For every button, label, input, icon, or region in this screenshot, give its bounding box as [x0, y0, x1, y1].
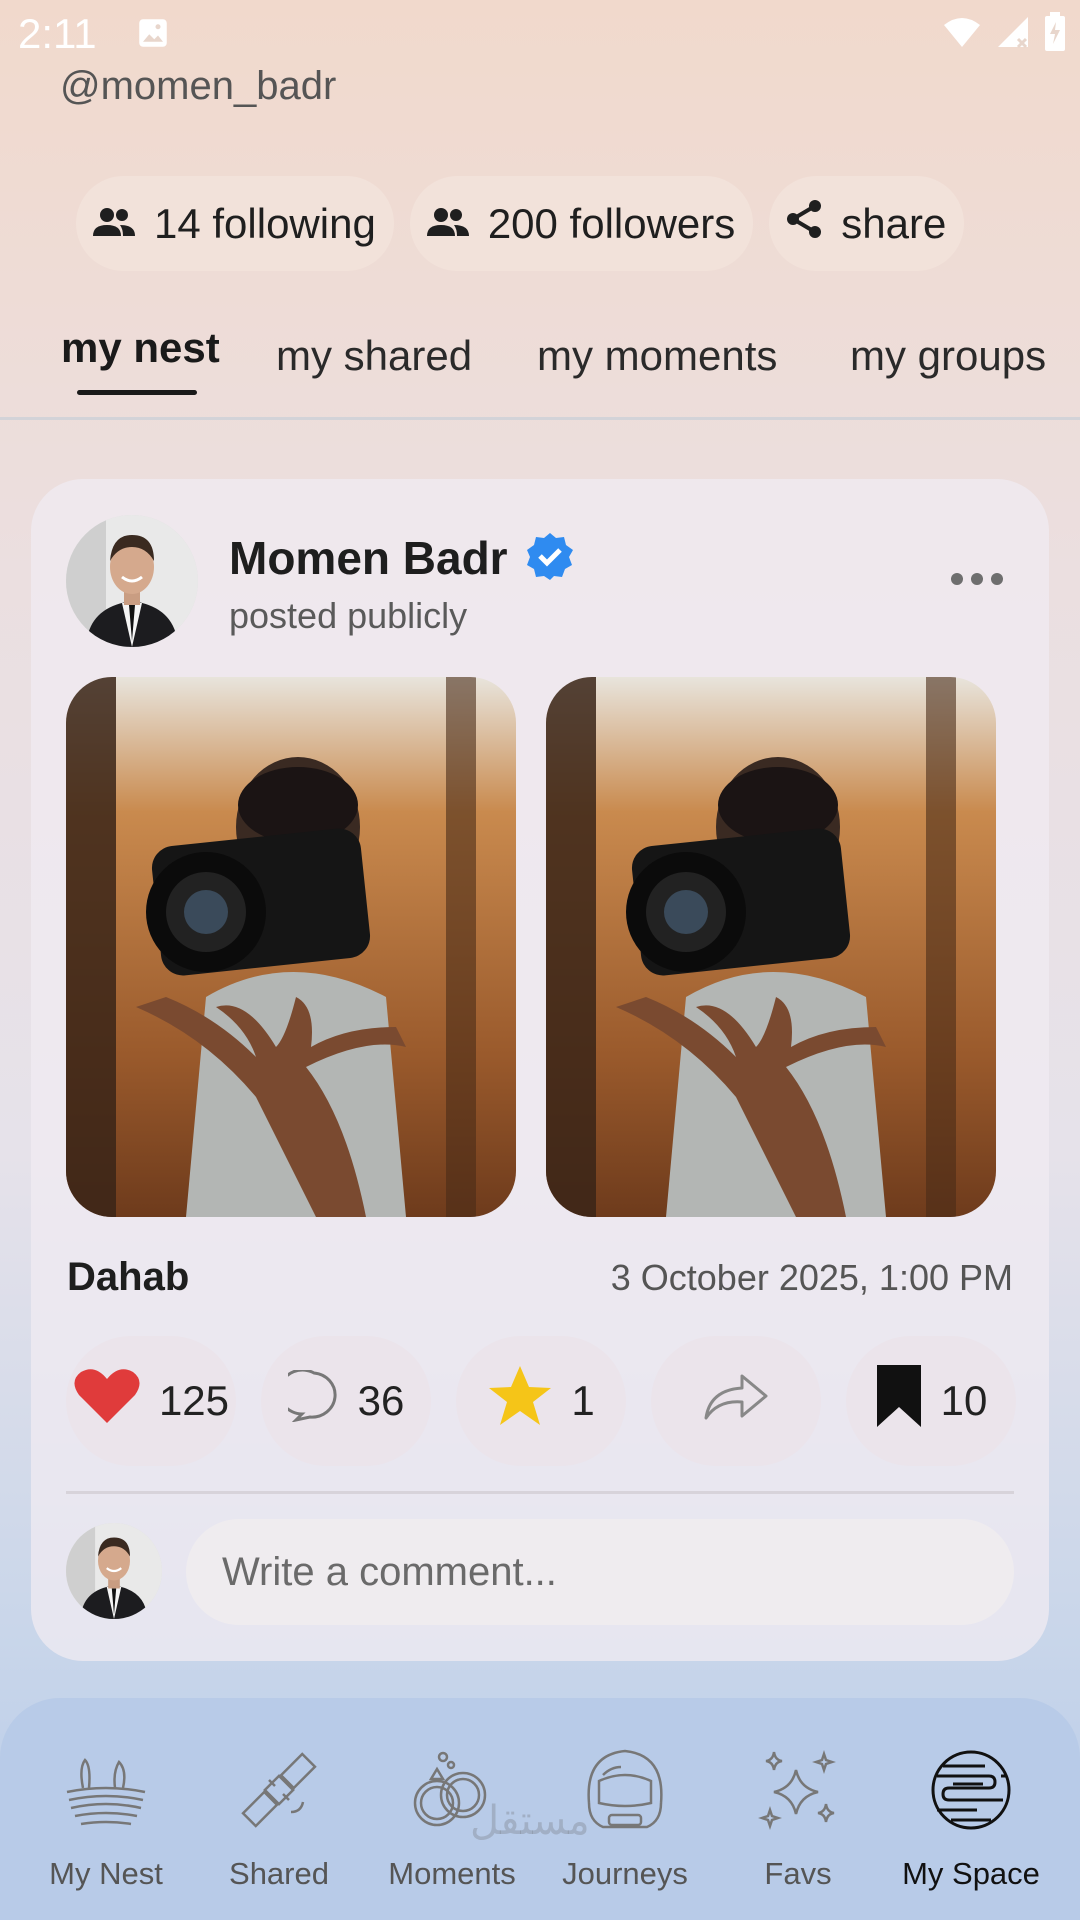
comment-count: 36	[357, 1377, 405, 1424]
post-photo[interactable]	[546, 677, 996, 1217]
post-actions: 125 36 1 10	[66, 1336, 1016, 1466]
tabs-divider	[0, 417, 1080, 420]
post-card: Momen Badr posted publicly Dahab 3 Octob…	[31, 479, 1049, 1661]
sparkles-icon	[712, 1740, 884, 1840]
post-visibility: posted publicly	[229, 595, 468, 636]
profile-handle: @momen_badr	[60, 64, 337, 108]
status-time: 2:11	[18, 10, 97, 57]
star-icon	[487, 1364, 553, 1438]
nav-label: Favs	[764, 1856, 832, 1891]
verified-badge-icon	[525, 531, 575, 586]
nav-label: My Space	[902, 1856, 1040, 1891]
nav-label: Moments	[388, 1856, 516, 1891]
followers-count: 200 followers	[487, 199, 736, 247]
tab-my-moments[interactable]: my moments	[537, 332, 777, 380]
followers-chip[interactable]: 200 followers	[409, 176, 754, 271]
active-tab-indicator	[77, 390, 197, 395]
author-name[interactable]: Momen Badr	[229, 531, 508, 585]
forward-button[interactable]	[651, 1336, 821, 1466]
nav-label: My Nest	[49, 1856, 163, 1891]
watermark-text: مستقل	[470, 1798, 590, 1844]
nav-label: Shared	[229, 1856, 329, 1891]
more-options-button[interactable]	[951, 573, 1003, 585]
post-date: 3 October 2025, 1:00 PM	[610, 1257, 1013, 1298]
bookmark-button[interactable]: 10	[846, 1336, 1016, 1466]
author-avatar[interactable]	[66, 515, 198, 647]
card-divider	[66, 1491, 1014, 1494]
bottom-navigation: My Nest Shared Moments Journeys Favs My …	[0, 1698, 1080, 1920]
bookmark-icon	[875, 1363, 923, 1439]
bookmark-count: 10	[940, 1377, 988, 1424]
wifi-icon	[942, 15, 982, 54]
like-count: 125	[158, 1377, 230, 1424]
share-profile-button[interactable]: share	[769, 176, 965, 271]
status-bar: 2:11	[0, 0, 1080, 72]
share-label: share	[841, 199, 947, 247]
post-location: Dahab	[67, 1255, 190, 1299]
comment-bubble-icon	[277, 1368, 340, 1432]
profile-tabs: my nest my shared my moments my groups	[0, 320, 1080, 420]
nav-my-nest[interactable]: My Nest	[20, 1740, 192, 1892]
forward-arrow-icon	[702, 1370, 770, 1432]
tab-my-groups[interactable]: my groups	[850, 332, 1046, 380]
battery-icon	[1044, 12, 1066, 57]
tab-my-shared[interactable]: my shared	[276, 332, 472, 380]
star-button[interactable]: 1	[456, 1336, 626, 1466]
tab-my-nest[interactable]: my nest	[61, 324, 220, 372]
planet-icon	[885, 1740, 1057, 1840]
status-icons	[942, 12, 1066, 57]
following-count: 14 following	[154, 199, 376, 247]
gallery-notification-icon	[138, 18, 168, 53]
comment-button[interactable]: 36	[261, 1336, 431, 1466]
share-icon	[785, 199, 823, 249]
nest-icon	[20, 1740, 192, 1840]
nav-my-space[interactable]: My Space	[885, 1740, 1057, 1892]
nav-shared[interactable]: Shared	[193, 1740, 365, 1892]
nav-label: Journeys	[562, 1856, 688, 1891]
signal-icon	[996, 15, 1030, 54]
group-icon	[426, 200, 470, 248]
comment-input[interactable]	[186, 1519, 1014, 1625]
following-chip[interactable]: 14 following	[76, 176, 394, 271]
current-user-avatar	[66, 1523, 162, 1619]
profile-chips: 14 following 200 followers share	[76, 176, 965, 271]
heart-icon	[73, 1367, 141, 1435]
star-count: 1	[571, 1377, 595, 1424]
post-photo[interactable]	[66, 677, 516, 1217]
satellite-icon	[193, 1740, 365, 1840]
nav-favs[interactable]: Favs	[712, 1740, 884, 1892]
like-button[interactable]: 125	[66, 1336, 236, 1466]
group-icon	[92, 200, 136, 248]
